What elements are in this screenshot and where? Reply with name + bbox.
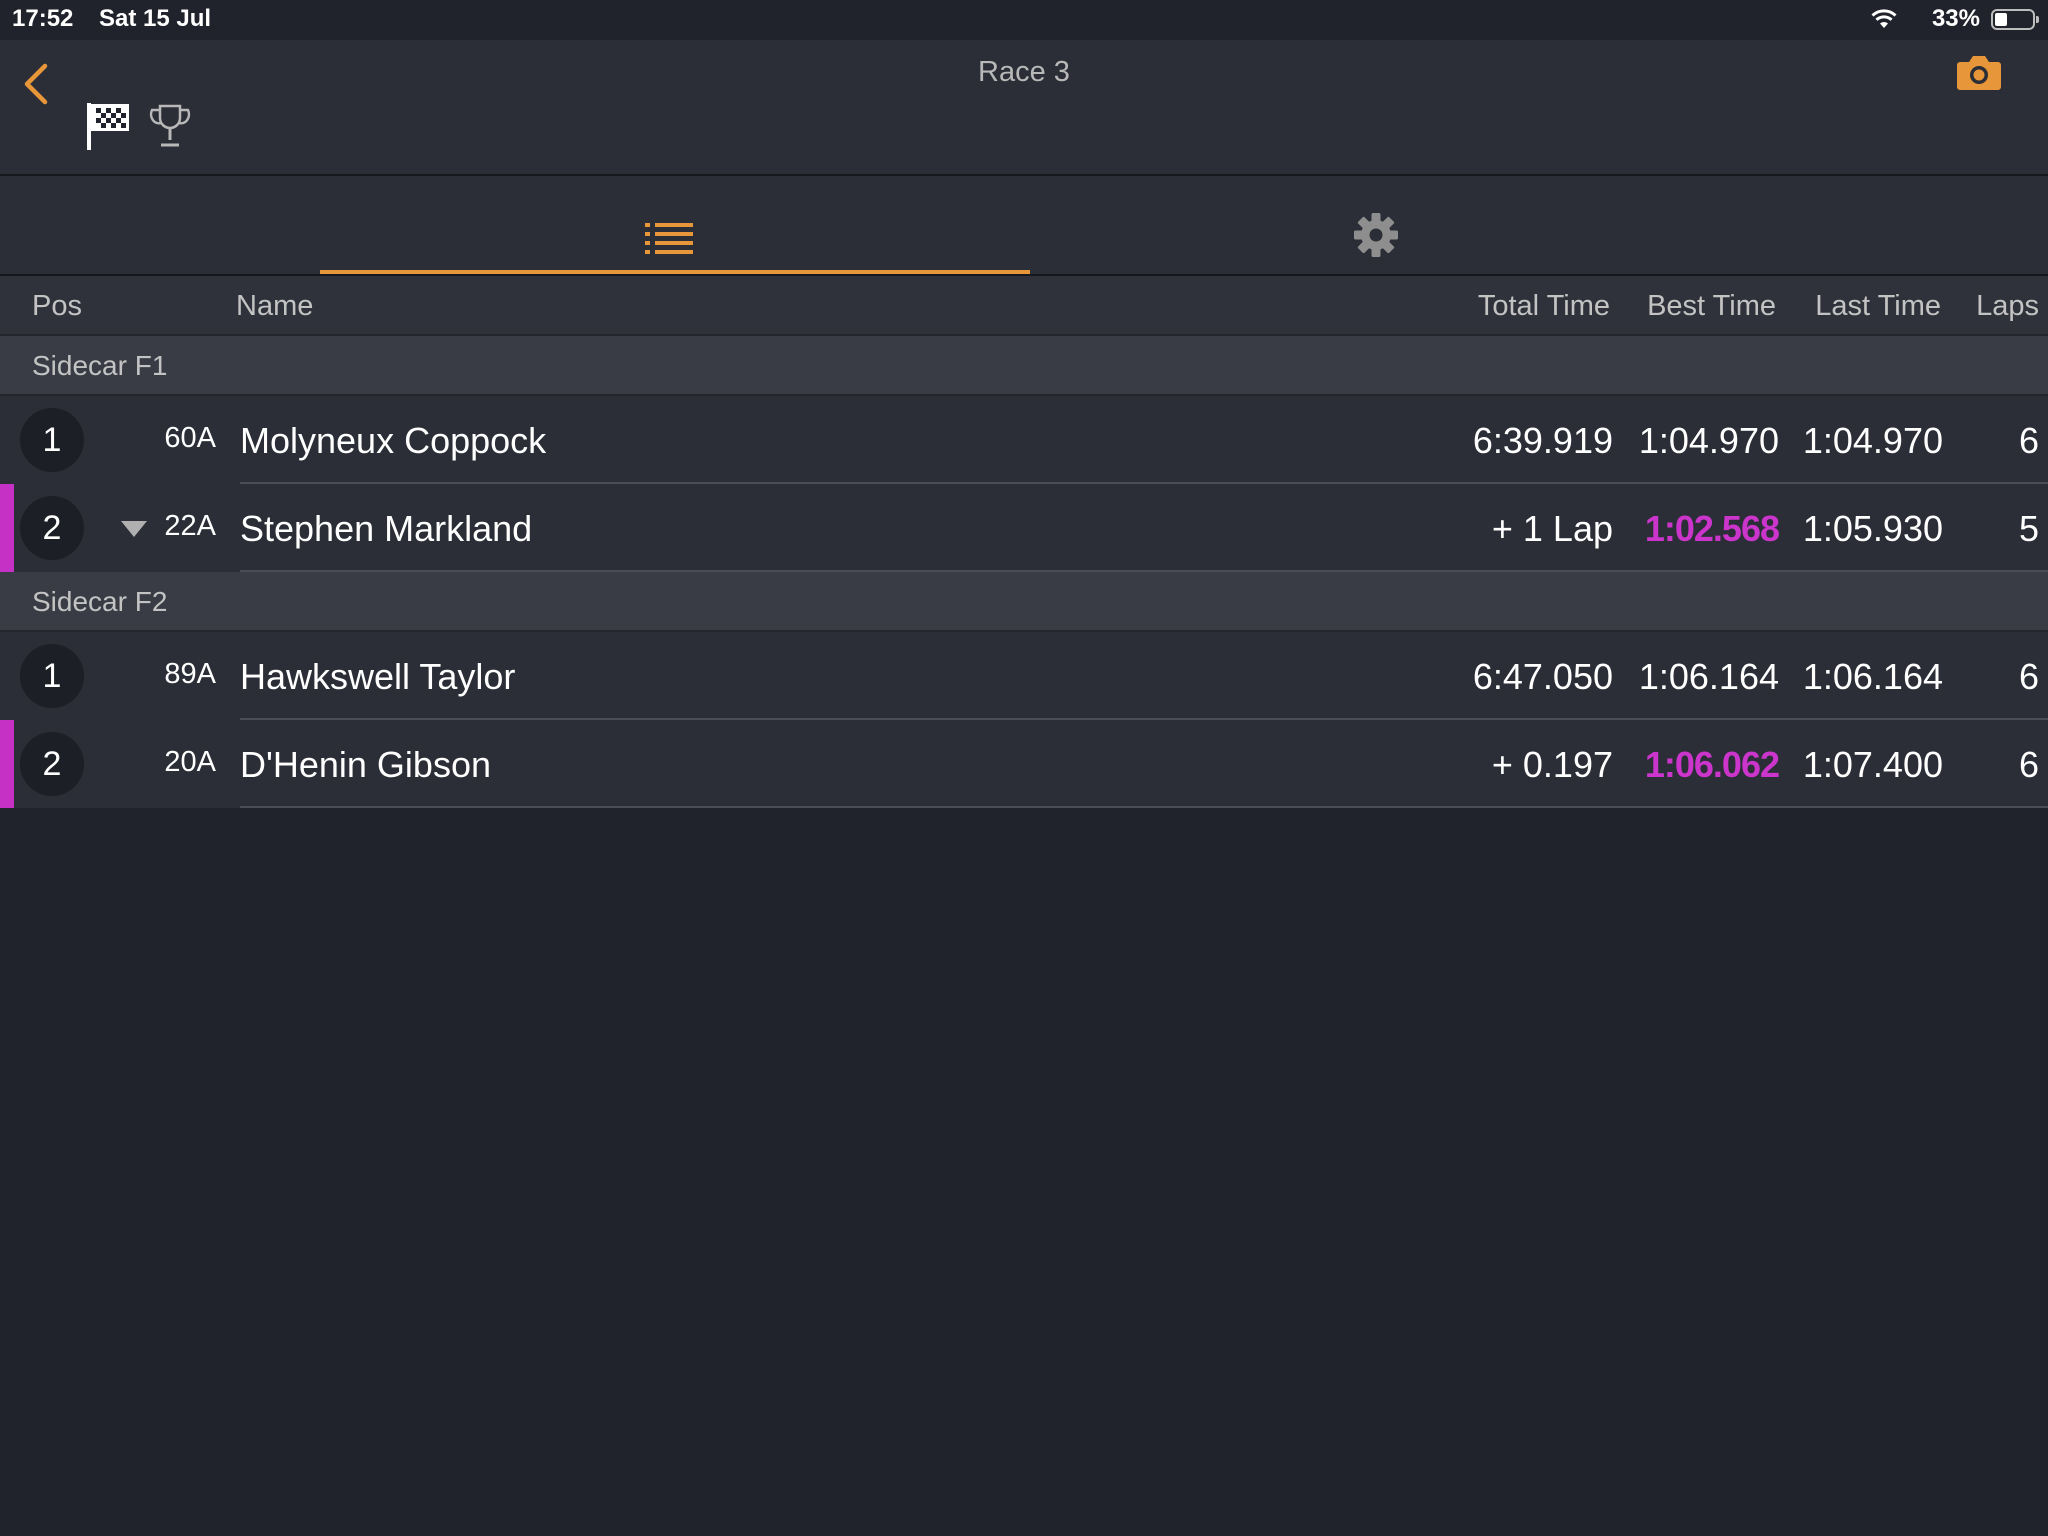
column-pos[interactable]: Pos — [32, 290, 82, 323]
race-number: 60A — [164, 422, 216, 454]
race-number: 22A — [164, 510, 216, 542]
driver-name: Stephen Markland — [240, 508, 533, 549]
last-time: 1:04.970 — [1802, 420, 1943, 461]
battery-fill — [1995, 13, 2007, 26]
section-title: Sidecar F1 — [32, 350, 168, 381]
position-badge: 1 — [20, 644, 84, 708]
column-laps[interactable]: Laps — [1976, 290, 2039, 323]
best-time: 1:02.568 — [1644, 508, 1780, 549]
section-header: Sidecar F1 — [0, 336, 2048, 396]
status-bar: 17:52 Sat 15 Jul 33% — [0, 0, 2048, 40]
tab-results-list[interactable] — [320, 176, 1030, 274]
column-total-time[interactable]: Total Time — [1478, 290, 1610, 323]
race-number: 89A — [164, 658, 216, 690]
status-date: Sat 15 Jul — [99, 5, 212, 32]
driver-name: Hawkswell Taylor — [240, 656, 516, 697]
laps-count: 6 — [2018, 744, 2039, 785]
column-last-time[interactable]: Last Time — [1815, 290, 1941, 323]
status-time: 17:52 — [12, 5, 74, 32]
total-time: 6:39.919 — [1472, 420, 1613, 461]
navigation-bar: Race 3 — [0, 40, 2048, 176]
total-time: + 0.197 — [1491, 744, 1613, 785]
table-row[interactable]: 1 60A Molyneux Coppock 6:39.919 1:04.970… — [0, 396, 2048, 484]
section-header: Sidecar F2 — [0, 572, 2048, 632]
fastest-lap-marker — [0, 720, 14, 808]
tab-settings[interactable] — [1030, 176, 1730, 274]
position-badge: 1 — [20, 408, 84, 472]
battery-icon — [1991, 9, 2039, 30]
gear-icon — [1354, 213, 1398, 257]
table-row[interactable]: 2 20A D'Henin Gibson + 0.197 1:06.062 1:… — [0, 720, 2048, 808]
battery-percent: 33% — [1931, 5, 1980, 32]
camera-icon[interactable] — [1956, 52, 2002, 92]
page-title: Race 3 — [978, 56, 1070, 88]
tab-bar — [0, 176, 2048, 276]
list-icon — [645, 223, 693, 254]
active-tab-indicator — [320, 270, 1030, 274]
trophy-icon[interactable] — [149, 103, 191, 149]
driver-name: Molyneux Coppock — [240, 420, 547, 461]
last-time: 1:07.400 — [1802, 744, 1943, 785]
total-time: 6:47.050 — [1472, 656, 1613, 697]
best-time: 1:04.970 — [1638, 420, 1779, 461]
best-time: 1:06.062 — [1644, 744, 1780, 785]
laps-count: 6 — [2018, 420, 2039, 461]
column-name[interactable]: Name — [236, 290, 313, 323]
total-time: + 1 Lap — [1491, 508, 1613, 549]
section-title: Sidecar F2 — [32, 586, 168, 617]
row-divider — [240, 806, 2048, 808]
table-row[interactable]: 2 22A Stephen Markland + 1 Lap 1:02.568 … — [0, 484, 2048, 572]
table-row[interactable]: 1 89A Hawkswell Taylor 6:47.050 1:06.164… — [0, 632, 2048, 720]
position-down-icon — [121, 521, 147, 537]
column-best-time[interactable]: Best Time — [1647, 290, 1776, 323]
position-badge: 2 — [20, 496, 84, 560]
checkered-flag-icon[interactable] — [86, 101, 130, 151]
laps-count: 6 — [2018, 656, 2039, 697]
race-number: 20A — [164, 746, 216, 778]
driver-name: D'Henin Gibson — [240, 744, 491, 785]
laps-count: 5 — [2018, 508, 2039, 549]
wifi-icon — [1871, 9, 1897, 28]
best-time: 1:06.164 — [1638, 656, 1779, 697]
last-time: 1:05.930 — [1802, 508, 1943, 549]
last-time: 1:06.164 — [1802, 656, 1943, 697]
fastest-lap-marker — [0, 484, 14, 572]
column-header: Pos Name Total Time Best Time Last Time … — [0, 276, 2048, 336]
position-badge: 2 — [20, 732, 84, 796]
